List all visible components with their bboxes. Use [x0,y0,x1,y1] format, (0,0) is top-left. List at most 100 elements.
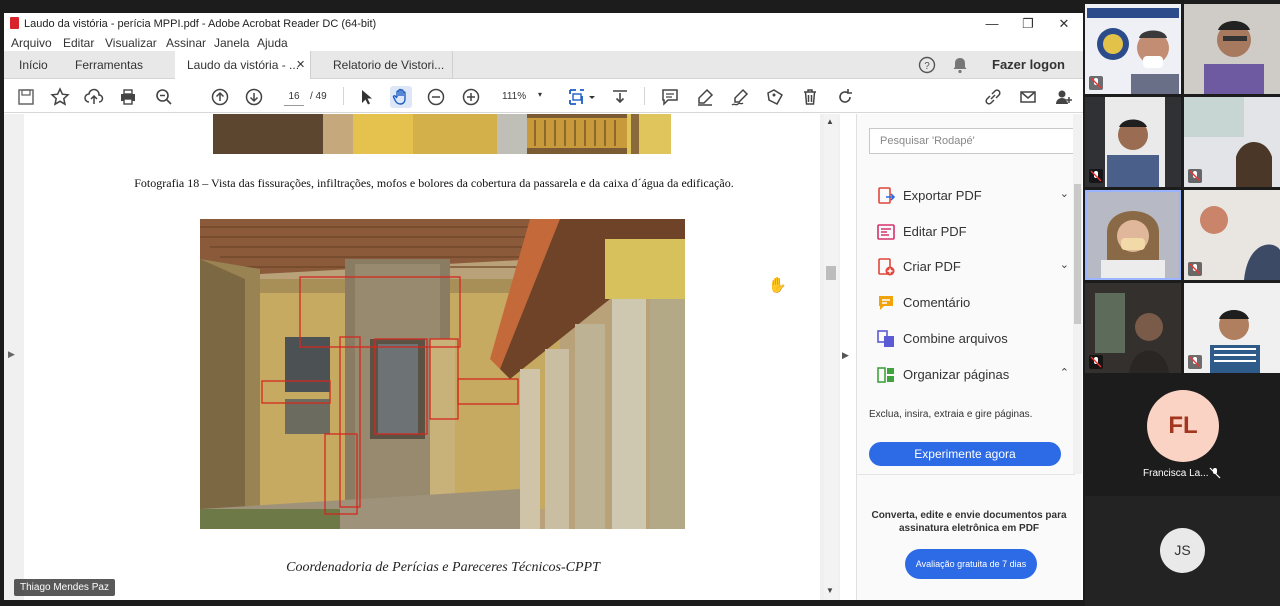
menu-bar: Arquivo Editar Visualizar Assinar Janela… [4,35,1083,51]
video-tile-participant-2[interactable] [1184,4,1280,94]
tool-comment[interactable]: Comentário [869,287,1069,317]
chevron-down-icon[interactable]: ⌄ [1060,258,1069,271]
comment-tool-icon [879,296,893,310]
tool-comment-label: Comentário [903,295,971,310]
video-tile-active-speaker[interactable] [1085,190,1181,280]
tool-create-pdf[interactable]: Criar PDF ⌄ [869,251,1069,281]
hand-cursor-icon: ✋ [768,277,787,294]
login-button[interactable]: Fazer logon [992,51,1065,79]
mic-muted-icon [1089,355,1103,369]
menu-visualizar[interactable]: Visualizar [105,36,157,50]
menu-assinar[interactable]: Assinar [166,36,206,50]
video-tile-participant-8[interactable] [1184,283,1280,373]
highlight-pen-icon[interactable] [694,86,716,108]
title-bar: Laudo da vistória - perícia MPPI.pdf - A… [4,13,1083,35]
tool-organize-pages-label: Organizar páginas [903,367,1010,382]
chevron-up-icon[interactable]: ⌃ [1060,366,1069,379]
scroll-up-icon[interactable]: ▲ [826,117,834,126]
mic-muted-icon [1188,262,1202,276]
document-viewport[interactable]: ▶ Fotografia 18 – Vista das fissurações,… [4,114,840,600]
video-tile-participant-4[interactable] [1184,97,1280,187]
zoom-search-icon[interactable] [153,86,175,108]
tab-document-relatorio[interactable]: Relatorio de Vistori... [321,51,453,79]
tools-pane-scroll-thumb[interactable] [1074,184,1081,324]
tool-organize-pages[interactable]: Organizar páginas ⌃ [869,359,1069,389]
fit-page-icon[interactable] [566,86,588,108]
tab-inicio[interactable]: Início [19,51,48,79]
select-arrow-icon[interactable] [355,86,377,108]
pdf-file-icon [10,17,19,29]
left-panel-toggle-icon[interactable]: ▶ [8,349,15,360]
tool-edit-pdf-label: Editar PDF [903,224,967,239]
fit-page-dropdown-icon[interactable] [587,86,597,108]
participant-avatar-js[interactable]: JS [1160,528,1205,573]
mic-muted-icon [1209,467,1221,479]
stamp-icon[interactable] [764,86,786,108]
edit-pdf-icon [877,224,895,240]
svg-text:?: ? [924,61,930,72]
menu-arquivo[interactable]: Arquivo [11,36,52,50]
help-icon[interactable]: ? [918,56,936,74]
try-now-button[interactable]: Experimente agora [869,442,1061,466]
organize-pages-icon [877,367,894,383]
tool-export-pdf[interactable]: Exportar PDF ⌄ [869,180,1069,210]
zoom-level-select[interactable]: 111% [502,91,526,102]
video-tile-participant-7[interactable] [1085,283,1181,373]
share-link-icon[interactable] [982,86,1004,108]
page-number-input[interactable]: 16 [284,88,304,106]
print-icon[interactable] [117,86,139,108]
free-trial-button[interactable]: Avaliação gratuita de 7 dias [905,549,1037,579]
notification-bell-icon[interactable] [952,56,968,74]
video-tile-participant-6[interactable] [1184,190,1280,280]
video-tile-participant-3[interactable] [1085,97,1181,187]
photo-caption: Fotografia 18 – Vista das fissurações, i… [134,176,734,190]
close-window-button[interactable]: ✕ [1049,15,1079,33]
sign-icon[interactable] [729,86,751,108]
participant-avatar-fl[interactable]: FL [1147,390,1219,462]
email-icon[interactable] [1017,86,1039,108]
zoom-out-icon[interactable] [425,86,447,108]
bookmark-star-icon[interactable] [49,86,71,108]
delete-icon[interactable] [799,86,821,108]
tools-pane-scrollbar[interactable] [1073,114,1082,474]
tool-combine-files[interactable]: Combine arquivos [869,323,1069,353]
window-title: Laudo da vistória - perícia MPPI.pdf - A… [24,18,377,30]
hand-icon[interactable] [390,86,412,108]
zoom-in-icon[interactable] [460,86,482,108]
page-up-icon[interactable] [209,86,231,108]
right-pane-toggle-icon[interactable]: ▶ [842,350,849,361]
tool-export-pdf-label: Exportar PDF [903,188,982,203]
page-total: / 49 [310,91,327,102]
scroll-down-icon[interactable]: ▼ [826,586,834,595]
zoom-dropdown-icon[interactable]: ▾ [538,90,542,99]
page-down-icon[interactable] [243,86,265,108]
document-scrollbar[interactable]: ▲ ▼ [824,114,838,600]
rotate-icon[interactable] [834,86,856,108]
tool-edit-pdf[interactable]: Editar PDF [869,216,1069,246]
maximize-button[interactable]: ❐ [1013,15,1043,33]
comment-icon[interactable] [659,86,681,108]
video-tile-participant-1[interactable] [1085,4,1181,94]
toolbar: 16 / 49 111% ▾ [4,79,1083,113]
menu-editar[interactable]: Editar [63,36,94,50]
tool-combine-files-label: Combine arquivos [903,331,1008,346]
pdf-page: Fotografia 18 – Vista das fissurações, i… [24,114,820,600]
tab-ferramentas[interactable]: Ferramentas [75,51,143,79]
menu-ajuda[interactable]: Ajuda [257,36,288,50]
toolbar-divider [644,87,645,105]
scroll-mode-icon[interactable] [609,86,631,108]
minimize-button[interactable]: — [977,15,1007,33]
close-tab-icon[interactable]: ✕ [296,51,305,79]
pane-divider [857,474,1075,475]
save-icon[interactable] [15,86,37,108]
mic-muted-icon [1089,76,1103,90]
presenter-name-tag: Thiago Mendes Paz [14,579,115,596]
tab-document-laudo[interactable]: Laudo da vistória - ... ✕ [175,51,311,79]
tool-create-pdf-label: Criar PDF [903,259,961,274]
chevron-down-icon[interactable]: ⌄ [1060,187,1069,200]
upload-cloud-icon[interactable] [83,86,105,108]
menu-janela[interactable]: Janela [214,36,249,50]
tools-search-input[interactable]: Pesquisar 'Rodapé' [869,128,1074,154]
scrollbar-thumb[interactable] [826,266,836,280]
add-user-icon[interactable] [1052,86,1074,108]
